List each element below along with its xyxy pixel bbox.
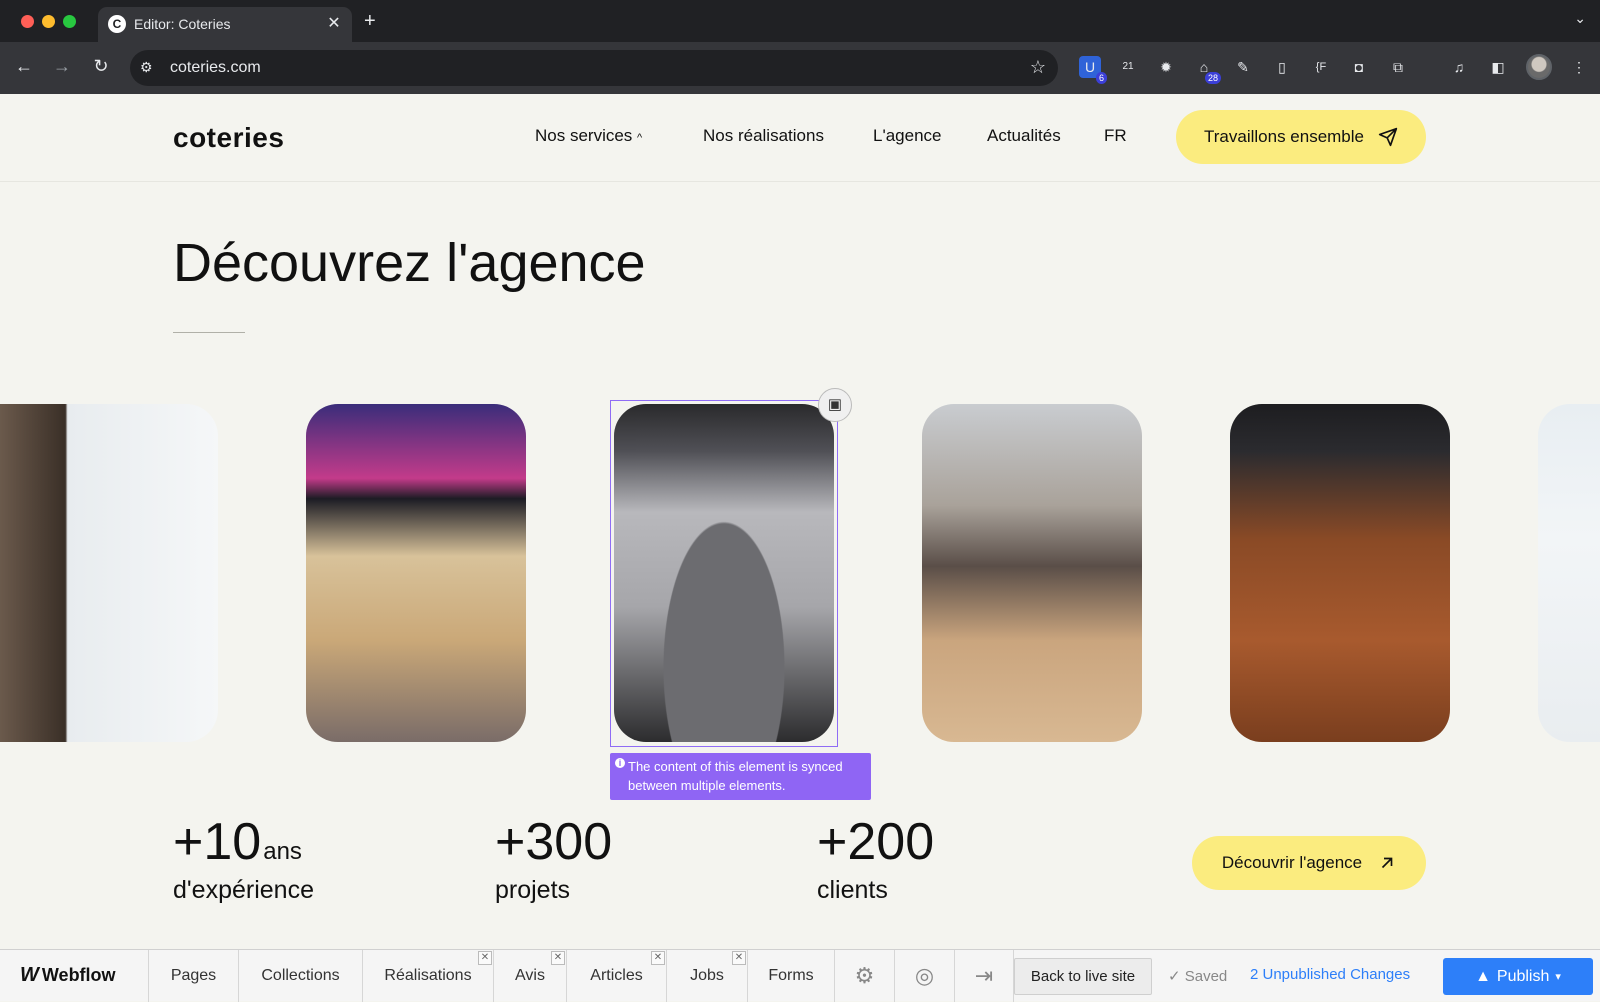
arrow-up-right-icon <box>1382 857 1393 869</box>
photo-whiteboard <box>0 404 218 742</box>
image-add-icon[interactable]: ▣ <box>818 388 852 422</box>
url-text: coteries.com <box>170 59 261 76</box>
calendar-extension-icon[interactable]: 21 <box>1117 56 1139 78</box>
forward-button[interactable]: → <box>50 56 74 77</box>
cta-label: Travaillons ensemble <box>1204 127 1364 146</box>
profile-avatar[interactable] <box>1526 54 1552 80</box>
rocket-icon: ▲ <box>1475 967 1491 985</box>
back-to-live-site-button[interactable]: Back to live site <box>1014 958 1152 995</box>
bookmark-star-icon[interactable]: ☆ <box>1030 57 1046 78</box>
tab-title: Editor: Coteries <box>134 16 231 32</box>
photo-whiteboard-notes <box>1538 404 1600 742</box>
cta-travaillons-ensemble[interactable]: Travaillons ensemble <box>1176 110 1426 164</box>
eyedropper-extension-icon[interactable]: ✎ <box>1232 56 1254 78</box>
back-button[interactable]: ← <box>12 56 36 77</box>
nav-nos-realisations[interactable]: Nos réalisations <box>703 126 824 146</box>
chevron-up-icon: ^ <box>637 132 643 144</box>
stat-projects-number: +300 <box>495 813 613 871</box>
site-logo[interactable]: coteries <box>173 122 284 154</box>
close-tab-icon[interactable]: ✕ <box>732 951 746 965</box>
tab-forms[interactable]: Forms <box>747 950 834 1002</box>
shield-extension-icon[interactable]: U6 <box>1079 56 1107 84</box>
browser-tab[interactable]: C Editor: Coteries ✕ <box>98 7 352 42</box>
cta-decouvrir-agence[interactable]: Découvrir l'agence <box>1192 836 1426 890</box>
webflow-brand: Webflow <box>41 965 116 985</box>
site-settings-icon[interactable]: ⚙ <box>140 59 153 76</box>
tab-label: Jobs <box>690 967 724 984</box>
photo-team-meeting <box>922 404 1142 742</box>
stat-number: +10 <box>173 813 262 871</box>
more-menu-icon[interactable]: ⋮ <box>1568 56 1590 78</box>
brackets-extension-icon[interactable]: {F <box>1310 56 1332 78</box>
browser-toolbar: ← → ↻ ⚙ coteries.com ☆ U6 21 ✹ ⌂ 28 ✎ ▯ {… <box>0 42 1600 94</box>
tab-jobs[interactable]: Jobs ✕ <box>666 950 747 1002</box>
media-controls-icon[interactable]: ♫ <box>1448 56 1470 78</box>
reload-button[interactable]: ↻ <box>89 56 113 77</box>
nav-language[interactable]: FR <box>1104 126 1127 146</box>
photo-computer-work <box>306 404 526 742</box>
puzzle-extension-icon[interactable]: ⧉ <box>1387 56 1409 78</box>
webflow-editor-bar: W Webflow Pages Collections Réalisations… <box>0 949 1600 1002</box>
close-tab-icon[interactable]: ✕ <box>324 13 344 33</box>
bookmark-extension-icon[interactable]: ▯ <box>1271 56 1293 78</box>
graduation-cap-extension-icon[interactable]: ⌂ 28 <box>1193 56 1221 84</box>
tab-label: Collections <box>261 967 340 984</box>
chevron-down-icon: ▾ <box>1555 971 1561 983</box>
element-selection-outline <box>610 400 838 747</box>
new-tab-button[interactable]: + <box>364 10 376 33</box>
divider <box>173 332 245 333</box>
info-icon: i <box>615 758 625 768</box>
page-title: Découvrez l'agence <box>173 233 646 293</box>
close-window-button[interactable] <box>21 15 34 28</box>
site-header: coteries Nos services ^ Nos réalisations… <box>0 94 1600 182</box>
tab-collections[interactable]: Collections <box>238 950 362 1002</box>
camera-extension-icon[interactable]: ◘ <box>1348 56 1370 78</box>
sync-tooltip-text: The content of this element is synced be… <box>628 759 843 793</box>
sync-tooltip: i The content of this element is synced … <box>610 753 871 800</box>
stat-projects-label: projets <box>495 876 571 904</box>
nav-label: Nos services <box>535 126 633 145</box>
photo-desk-energy-drink <box>1230 404 1450 742</box>
nav-agence[interactable]: L'agence <box>873 126 941 146</box>
publish-button[interactable]: ▲ Publish ▾ <box>1443 958 1593 995</box>
webflow-logo[interactable]: W Webflow <box>20 964 116 987</box>
stat-clients-label: clients <box>817 876 888 904</box>
paper-plane-icon <box>1378 127 1398 147</box>
cta-label: Découvrir l'agence <box>1221 853 1363 872</box>
close-tab-icon[interactable]: ✕ <box>651 951 665 965</box>
close-tab-icon[interactable]: ✕ <box>551 951 565 965</box>
unpublished-changes-link[interactable]: 2 Unpublished Changes <box>1250 966 1410 983</box>
stat-years-number: +10ans <box>173 812 302 872</box>
nav-actualites[interactable]: Actualités <box>987 126 1061 146</box>
tab-label: Réalisations <box>384 967 472 984</box>
tab-label: Articles <box>590 967 643 984</box>
close-tab-icon[interactable]: ✕ <box>478 951 492 965</box>
address-bar[interactable]: ⚙ coteries.com ☆ <box>130 50 1058 86</box>
tab-avis[interactable]: Avis ✕ <box>493 950 566 1002</box>
nav-nos-services[interactable]: Nos services ^ <box>535 126 642 146</box>
webflow-w-icon: W <box>20 964 39 986</box>
favicon-icon: C <box>108 15 126 33</box>
tab-pages[interactable]: Pages <box>148 950 238 1002</box>
tab-label: Pages <box>170 967 217 984</box>
maximize-window-button[interactable] <box>63 15 76 28</box>
help-lifebuoy-icon[interactable]: ◎ <box>894 950 954 1002</box>
saved-status: ✓ Saved <box>1168 968 1228 985</box>
stat-unit: ans <box>263 838 302 865</box>
tab-search-chevron-icon[interactable]: ⌄ <box>1574 10 1586 27</box>
tab-articles[interactable]: Articles ✕ <box>566 950 666 1002</box>
stat-years-label: d'expérience <box>173 876 314 904</box>
tab-label: Avis <box>515 967 545 984</box>
minimize-window-button[interactable] <box>42 15 55 28</box>
publish-label: Publish <box>1496 967 1550 985</box>
settings-gear-icon[interactable]: ⚙ <box>834 950 894 1002</box>
tab-label: Forms <box>768 967 814 984</box>
side-panel-icon[interactable]: ◧ <box>1487 56 1509 78</box>
browser-chrome: C Editor: Coteries ✕ + ⌄ ← → ↻ ⚙ coterie… <box>0 0 1600 94</box>
stat-clients-number: +200 <box>817 813 935 871</box>
tab-bar: C Editor: Coteries ✕ + ⌄ <box>0 0 1600 42</box>
logout-icon[interactable]: ⇥ <box>954 950 1014 1002</box>
tab-realisations[interactable]: Réalisations ✕ <box>362 950 493 1002</box>
gear-extension-icon[interactable]: ✹ <box>1155 56 1177 78</box>
